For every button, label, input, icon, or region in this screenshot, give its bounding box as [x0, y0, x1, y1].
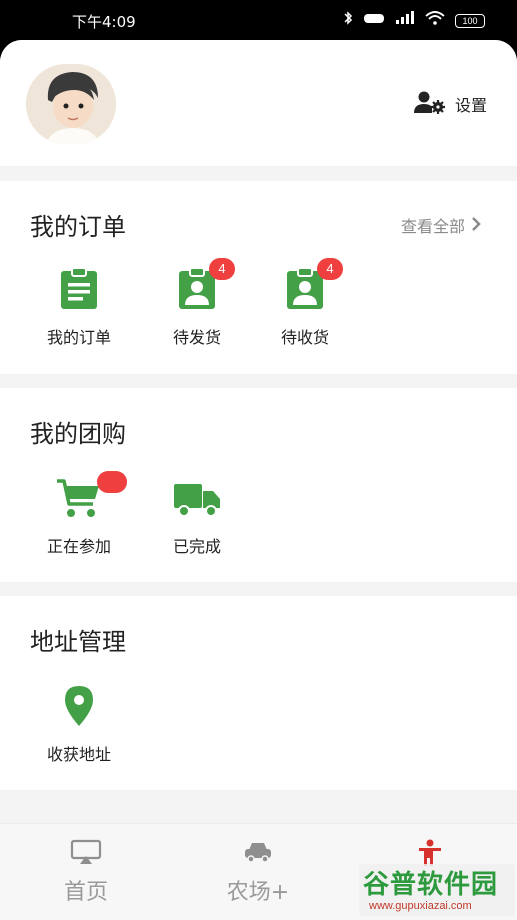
order-item-label: 待收货 — [280, 328, 329, 347]
tab-farm[interactable]: 农场+ — [172, 824, 344, 920]
address-card: 地址管理 收获地址 — [0, 596, 517, 790]
watermark-logo: 谷普软件园 www.gupuxiazai.com — [359, 864, 515, 916]
group-buy-card: 我的团购 正在参加 已完成 — [0, 388, 517, 582]
status-bar: 下午4:09 100 — [0, 0, 517, 40]
view-all-link[interactable]: 查看全部 — [401, 213, 481, 237]
user-gear-icon — [413, 90, 447, 118]
hd-icon — [363, 11, 385, 30]
watermark-url: www.gupuxiazai.com — [369, 900, 472, 912]
profile-header: 设置 — [0, 40, 517, 166]
order-item-pending-shipment[interactable]: 4 待发货 — [147, 258, 247, 348]
group-item-label: 已完成 — [172, 537, 221, 556]
bluetooth-icon — [343, 11, 353, 30]
signal-icon — [395, 11, 415, 30]
battery-icon: 100 — [455, 13, 485, 28]
group-item-completed[interactable]: 已完成 — [147, 477, 247, 557]
bottom-tab-bar: 首页 农场+ 谷普软件园 www.gupuxiazai.com — [0, 823, 517, 920]
location-pin-icon — [55, 685, 103, 727]
user-badge-icon: 4 — [173, 258, 235, 310]
status-time: 下午4:09 — [72, 13, 136, 31]
status-icons: 100 — [343, 11, 485, 30]
notification-dot — [97, 471, 127, 493]
group-buy-title: 我的团购 — [30, 420, 126, 448]
address-item-shipping[interactable]: 收获地址 — [29, 685, 129, 765]
group-item-participating[interactable]: 正在参加 — [29, 471, 129, 557]
order-count-badge: 4 — [209, 258, 235, 280]
screen-cast-icon — [70, 839, 102, 869]
order-item-pending-receipt[interactable]: 4 待收货 — [255, 258, 355, 348]
order-item-my-orders[interactable]: 我的订单 — [29, 267, 129, 348]
orders-card: 我的订单 查看全部 我的订单 4 待发货 4 待收货 — [0, 181, 517, 374]
order-item-label: 待发货 — [172, 328, 221, 347]
app-screen: 设置 我的订单 查看全部 我的订单 4 待发货 4 待收货 我的团购 正在参加 … — [0, 40, 517, 920]
tab-farm-label: 农场+ — [226, 880, 290, 905]
orders-title: 我的订单 — [30, 213, 126, 241]
address-item-label: 收获地址 — [46, 745, 111, 764]
settings-button[interactable]: 设置 — [413, 90, 487, 118]
order-count-badge: 4 — [317, 258, 343, 280]
watermark-title: 谷普软件园 — [363, 870, 499, 900]
truck-icon — [173, 477, 221, 519]
tab-home-label: 首页 — [63, 880, 108, 905]
tab-home[interactable]: 首页 — [0, 824, 172, 920]
avatar[interactable] — [26, 64, 116, 144]
view-all-label: 查看全部 — [400, 217, 465, 236]
cart-icon — [55, 471, 127, 519]
settings-label: 设置 — [454, 96, 487, 115]
group-item-label: 正在参加 — [46, 537, 111, 556]
address-title: 地址管理 — [30, 628, 126, 656]
clipboard-icon — [55, 267, 103, 310]
chevron-right-icon — [471, 216, 481, 235]
car-icon — [242, 839, 274, 869]
order-item-label: 我的订单 — [46, 328, 111, 347]
wifi-icon — [425, 11, 445, 30]
user-badge-icon: 4 — [281, 258, 343, 310]
